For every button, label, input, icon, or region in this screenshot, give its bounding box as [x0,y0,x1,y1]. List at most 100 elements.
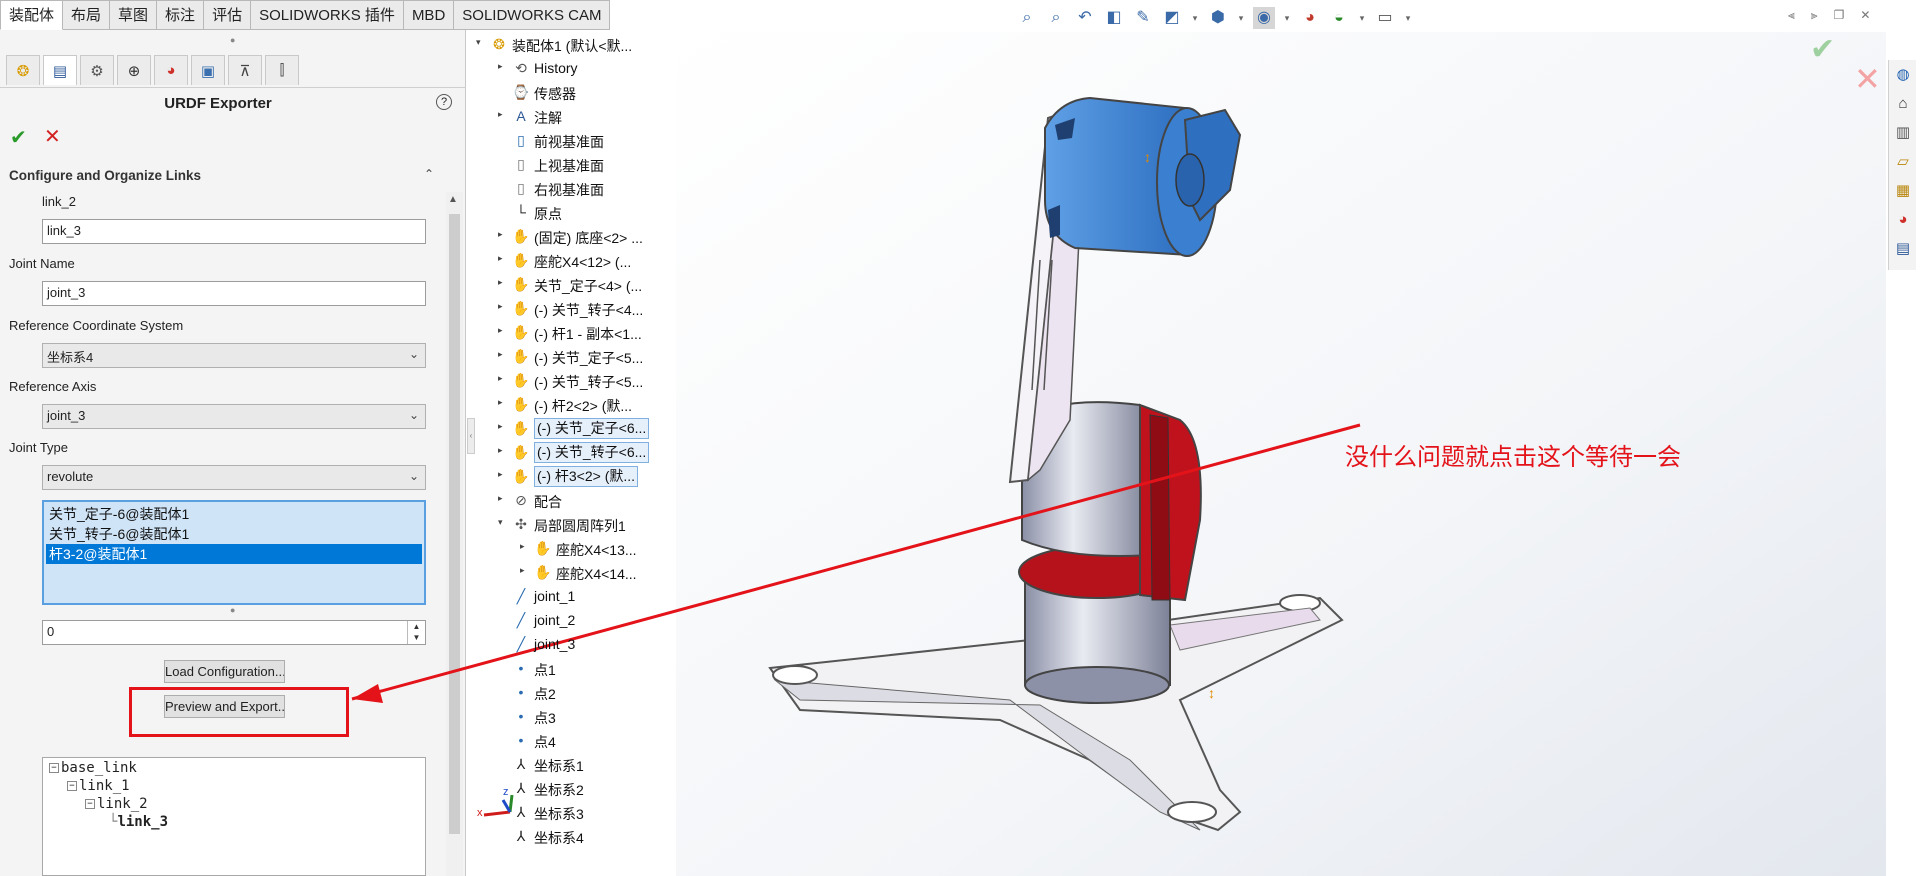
chevron-down-icon[interactable]: ▾ [1190,7,1200,29]
annotation-icon: A [516,108,526,124]
confirm-cancel-icon[interactable]: ✕ [1854,60,1881,98]
tree-item-label: 点2 [534,686,556,702]
design-library-icon[interactable]: ▥ [1892,122,1914,144]
tree-item-label: 右视基准面 [534,182,604,198]
coordsys-icon: ⅄ [516,756,526,772]
zoom-area-icon[interactable]: ⌕ [1045,7,1067,29]
tree-item-label: (-) 关节_转子<6... [534,442,650,463]
mate-icon: ⊘ [515,492,527,508]
plane-icon: ▯ [517,156,525,172]
custom-properties-icon[interactable]: ▤ [1892,238,1914,260]
tree-item-label: joint_1 [534,588,576,604]
point-icon: • [518,684,524,700]
caret-right-icon[interactable]: ▸ [498,61,508,72]
part-icon: ✋ [512,324,530,340]
view-triad [483,794,514,817]
annotation-text: 没什么问题就点击这个等待一会 [1345,444,1681,471]
caret-right-icon[interactable]: ▸ [520,541,530,552]
caret-right-icon[interactable]: ▸ [498,373,508,384]
chevron-down-icon[interactable]: ▾ [1236,7,1246,29]
chevron-down-icon[interactable]: ▾ [1357,7,1367,29]
tree-item-label: 坐标系1 [534,758,584,774]
previous-view-icon[interactable]: ↶ [1074,7,1096,29]
part-icon: ✋ [512,276,530,292]
caret-down-icon[interactable]: ▾ [498,517,508,528]
axis-icon: ╱ [516,612,526,628]
pattern-icon: ✣ [515,516,527,532]
tree-item-label: 座舵X4<13... [556,542,637,558]
viewport-background [676,32,1886,876]
caret-down-icon[interactable]: ▾ [476,37,486,48]
axis-icon: ╱ [516,636,526,652]
caret-right-icon[interactable]: ▸ [498,493,508,504]
tree-item-label: (-) 杆2<2> (默... [534,398,633,414]
part-icon: ✋ [512,396,530,412]
tree-item-label: 座舵X4<14... [556,566,637,582]
chevron-down-icon[interactable]: ▾ [1403,7,1413,29]
caret-right-icon[interactable]: ▸ [498,109,508,120]
tile-left-icon[interactable]: ⫷ [1788,8,1795,23]
confirm-ok-icon[interactable]: ✔ [1810,32,1835,67]
view-settings-icon[interactable]: ▭ [1374,7,1396,29]
tree-item-label: 配合 [534,494,562,510]
tree-item-label: (-) 关节_定子<5... [534,350,644,366]
plane-icon: ▯ [517,132,525,148]
coordsys-icon: ⅄ [516,780,526,796]
appearances-icon[interactable]: ◕ [1892,209,1914,231]
caret-right-icon[interactable]: ▸ [498,325,508,336]
part-icon: ✋ [534,540,552,556]
chevron-down-icon[interactable]: ▾ [1282,7,1292,29]
close-icon[interactable]: ✕ [1860,8,1870,23]
edit-appearance-icon[interactable]: ◕ [1299,7,1321,29]
tree-item-label: 坐标系3 [534,806,584,822]
home-icon[interactable]: ⌂ [1892,93,1914,115]
axis-label-z: z [503,786,509,798]
restore-icon[interactable]: ❐ [1834,8,1845,23]
sensor-icon: ⌚ [512,84,530,100]
document-window-controls: ⫷ ⫸ ❐ ✕ [1788,8,1870,23]
tree-item-label: 点4 [534,734,556,750]
axis-label-x: x [477,807,483,819]
tree-item-label: joint_3 [534,636,576,652]
history-icon: ⟲ [515,60,527,76]
zoom-to-fit-icon[interactable]: ⌕ [1016,7,1038,29]
view-palette-icon[interactable]: ▦ [1892,180,1914,202]
part-icon: ✋ [512,468,530,484]
tree-item-label: 传感器 [534,86,576,102]
part-icon: ✋ [512,348,530,364]
part-icon: ✋ [512,444,530,460]
task-pane-strip: ◍ ⌂ ▥ ▱ ▦ ◕ ▤ [1888,60,1916,270]
tree-item-label: History [534,60,578,76]
tree-item-label: 点3 [534,710,556,726]
display-style-icon[interactable]: ⬢ [1207,7,1229,29]
tree-item-label: 点1 [534,662,556,678]
caret-right-icon[interactable]: ▸ [498,349,508,360]
tree-item-label: 装配体1 (默认<默... [512,38,633,54]
caret-right-icon[interactable]: ▸ [498,277,508,288]
origin-icon: └ [516,204,526,220]
caret-right-icon[interactable]: ▸ [498,229,508,240]
caret-right-icon[interactable]: ▸ [498,469,508,480]
dynamic-annotation-icon[interactable]: ✎ [1132,7,1154,29]
hide-show-items-icon[interactable]: ◉ [1253,7,1275,29]
heads-up-view-toolbar: ⌕ ⌕ ↶ ◧ ✎ ◩ ▾ ⬢ ▾ ◉ ▾ ◕ ◒ ▾ ▭ ▾ [1016,5,1413,31]
tree-item-label: (-) 关节_定子<6... [534,418,650,439]
part-icon: ✋ [512,420,530,436]
caret-right-icon[interactable]: ▸ [520,565,530,576]
view-orientation-icon[interactable]: ◩ [1161,7,1183,29]
solidworks-resources-icon[interactable]: ◍ [1892,64,1914,86]
tile-right-icon[interactable]: ⫸ [1811,8,1818,23]
caret-right-icon[interactable]: ▸ [498,421,508,432]
tree-item-label: 原点 [534,206,562,222]
section-view-icon[interactable]: ◧ [1103,7,1125,29]
file-explorer-icon[interactable]: ▱ [1892,151,1914,173]
caret-right-icon[interactable]: ▸ [498,445,508,456]
caret-right-icon[interactable]: ▸ [498,397,508,408]
tree-item-label: 关节_定子<4> (... [534,278,643,294]
point-icon: • [518,708,524,724]
caret-right-icon[interactable]: ▸ [498,301,508,312]
caret-right-icon[interactable]: ▸ [498,253,508,264]
apply-scene-icon[interactable]: ◒ [1328,7,1350,29]
part-icon: ✋ [512,228,530,244]
svg-text:↕: ↕ [1144,149,1151,165]
